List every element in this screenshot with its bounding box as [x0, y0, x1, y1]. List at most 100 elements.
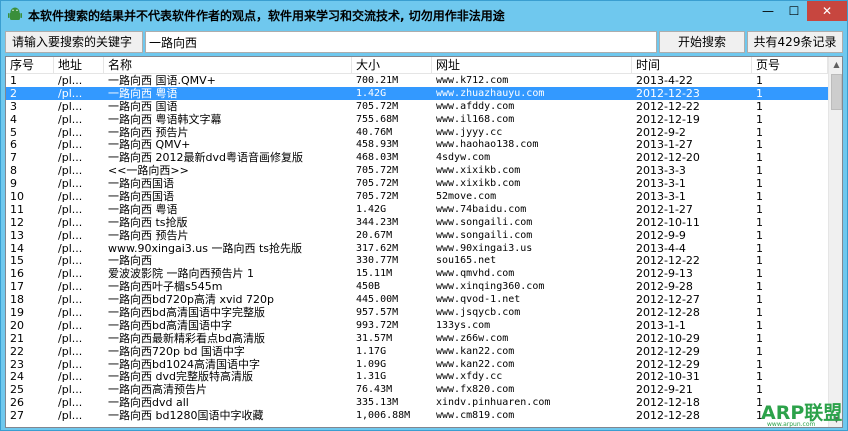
table-row[interactable]: 25/pl... 一路向西高清预告片 76.43M www.fx820.com 2012…: [6, 383, 828, 396]
cell-time: 2012-10-29: [636, 331, 700, 345]
cell-name: <<一路向西>>: [108, 164, 189, 178]
cell-time: 2012-12-23: [636, 86, 700, 100]
table-row[interactable]: 5/pl... 一路向西 预告片 40.76M www.jyyy.cc 2012-9-2…: [6, 126, 828, 139]
table-row[interactable]: 1/pl... 一路向西 国语.QMV+ 700.21M www.k712.com 20…: [6, 74, 828, 87]
table-row[interactable]: 6/pl... 一路向西 QMV+ 458.93M www.haohao138.com…: [6, 138, 828, 152]
cell-size: 335.13M: [356, 397, 399, 409]
cell-addr: /pl...: [58, 151, 83, 165]
list-rows: 1/pl... 一路向西 国语.QMV+ 700.21M www.k712.com 20…: [6, 74, 828, 422]
table-row[interactable]: 27/pl... 一路向西 bd1280国语中字收藏 1,006.88M www.cm…: [6, 409, 828, 422]
cell-name: 一路向西 粤语: [108, 86, 178, 100]
cell-page: 1: [756, 74, 763, 87]
table-row[interactable]: 11/pl... 一路向西 粤语 1.42G www.74baidu.com 2012-…: [6, 203, 828, 216]
cell-name: 一路向西 粤语: [108, 202, 178, 216]
cell-name: 一路向西国语: [108, 190, 174, 203]
table-row[interactable]: 22/pl... 一路向西720p bd 国语中字 1.17G www.kan22.c…: [6, 345, 828, 358]
table-row[interactable]: 9/pl... 一路向西国语 705.72M www.xixikb.com 2013-3…: [6, 177, 828, 190]
search-input[interactable]: [145, 31, 657, 53]
cell-name: 一路向西 ts抢版: [108, 215, 188, 229]
cell-name: 一路向西: [108, 254, 152, 268]
column-header-page[interactable]: 页号: [752, 57, 828, 74]
table-row[interactable]: 14/pl... www.90xingai3.us 一路向西 ts抢先版 317.6…: [6, 242, 828, 255]
cell-name: 一路向西 国语: [108, 99, 178, 113]
scroll-up-arrow-icon[interactable]: ▲: [829, 57, 842, 72]
results-list[interactable]: 序号 地址 名称 大小 网址 时间 页号 1/pl... 一路向西 国语.QMV+…: [5, 56, 843, 428]
cell-time: 2013-4-4: [636, 241, 686, 255]
arp-watermark-url: www.arpun.com: [767, 421, 816, 428]
cell-idx: 18: [10, 293, 24, 307]
table-row[interactable]: 4/pl... 一路向西 粤语韩文字幕 755.68M www.il168.com 20…: [6, 113, 828, 126]
cell-time: 2013-3-1: [636, 190, 686, 203]
column-header-size[interactable]: 大小: [352, 57, 432, 74]
table-row[interactable]: 18/pl... 一路向西bd720p高清 xvid 720p 445.00M www…: [6, 293, 828, 306]
scrollbar-thumb[interactable]: [831, 74, 842, 110]
table-row[interactable]: 8/pl... <<一路向西>> 705.72M www.xixikb.com 2013…: [6, 164, 828, 177]
vertical-scrollbar[interactable]: ▲ ▼: [828, 57, 842, 427]
column-header-time[interactable]: 时间: [632, 57, 752, 74]
cell-name: 一路向西bd1024高清国语中字: [108, 357, 260, 371]
minimize-button[interactable]: —: [755, 1, 781, 21]
cell-size: 76.43M: [356, 384, 393, 396]
table-row[interactable]: 10/pl... 一路向西国语 705.72M 52move.com 2013-3-1 1: [6, 190, 828, 203]
cell-url: www.afddy.com: [436, 100, 515, 112]
cell-url: www.z66w.com: [436, 332, 509, 344]
cell-addr: /pl...: [58, 228, 83, 242]
table-row[interactable]: 21/pl... 一路向西最新精彩看点bd高清版 31.57M www.z66w.co…: [6, 332, 828, 345]
close-button[interactable]: ✕: [807, 1, 847, 21]
cell-page: 1: [756, 190, 763, 203]
cell-name: 一路向西国语: [108, 177, 174, 191]
cell-name: 一路向西bd720p高清 xvid 720p: [108, 293, 274, 307]
title-bar[interactable]: 本软件搜索的结果并不代表软件作者的观点，软件用来学习和交流技术, 切勿用作非法用…: [1, 1, 847, 29]
table-row[interactable]: 2/pl... 一路向西 粤语 1.42G www.zhuazhauyu.com 201…: [6, 86, 828, 100]
cell-url: xindv.pinhuaren.com: [436, 397, 551, 409]
table-row[interactable]: 20/pl... 一路向西bd高清国语中字 993.72M 133ys.com 2013…: [6, 319, 828, 332]
table-row[interactable]: 7/pl... 一路向西 2012最新dvd粤语音画修复版 468.03M 4sdyw…: [6, 151, 828, 164]
column-header-index[interactable]: 序号: [6, 57, 54, 74]
cell-size: 755.68M: [356, 113, 399, 125]
cell-idx: 12: [10, 215, 24, 229]
cell-url: www.jsqycb.com: [436, 307, 521, 319]
table-row[interactable]: 23/pl... 一路向西bd1024高清国语中字 1.09G www.kan22.c…: [6, 358, 828, 371]
cell-time: 2012-9-28: [636, 280, 693, 294]
table-row[interactable]: 19/pl... 一路向西bd高清国语中字完整版 957.57M www.jsqycb…: [6, 306, 828, 319]
table-row[interactable]: 24/pl... 一路向西 dvd完整版特高清版 1.31G www.xfdy.cc 2…: [6, 370, 828, 384]
cell-name: 一路向西 QMV+: [108, 138, 191, 152]
cell-url: www.xfdy.cc: [436, 371, 503, 383]
cell-size: 344.23M: [356, 216, 399, 228]
cell-url: www.kan22.com: [436, 345, 515, 357]
table-row[interactable]: 26/pl... 一路向西dvd all 335.13M xindv.pinhuare…: [6, 396, 828, 409]
cell-addr: /pl...: [58, 254, 83, 268]
cell-url: www.74baidu.com: [436, 203, 527, 215]
cell-addr: /pl...: [58, 318, 83, 332]
cell-url: www.90xingai3.us: [436, 242, 533, 254]
cell-name: 一路向西 粤语韩文字幕: [108, 112, 222, 126]
table-row[interactable]: 15/pl... 一路向西 330.77M sou165.net 2012-12-22 1: [6, 254, 828, 268]
table-row[interactable]: 16/pl... 爱波波影院 一路向西预告片 1 15.11M www.qmvhd.c…: [6, 267, 828, 280]
cell-page: 1: [756, 86, 763, 100]
cell-addr: /pl...: [58, 241, 83, 255]
cell-url: www.qmvhd.com: [436, 268, 515, 280]
start-search-button[interactable]: 开始搜索: [659, 31, 745, 53]
column-header-address[interactable]: 地址: [54, 57, 104, 74]
cell-addr: /pl...: [58, 164, 83, 178]
cell-size: 1,006.88M: [356, 410, 411, 422]
cell-size: 1.42G: [356, 87, 387, 99]
cell-url: www.songaili.com: [436, 229, 533, 241]
table-row[interactable]: 3/pl... 一路向西 国语 705.72M www.afddy.com 2012-1…: [6, 100, 828, 113]
table-row[interactable]: 12/pl... 一路向西 ts抢版 344.23M www.songaili.com…: [6, 216, 828, 229]
cell-size: 957.57M: [356, 307, 399, 319]
column-header-url[interactable]: 网址: [432, 57, 632, 74]
maximize-button[interactable]: ☐: [781, 1, 807, 21]
cell-size: 330.77M: [356, 255, 399, 267]
android-app-icon: [8, 7, 22, 20]
cell-addr: /pl...: [58, 125, 83, 139]
table-row[interactable]: 13/pl... 一路向西 预告片 20.67M www.songaili.com 20…: [6, 229, 828, 242]
cell-addr: /pl...: [58, 293, 83, 307]
cell-page: 1: [756, 370, 763, 384]
column-header-name[interactable]: 名称: [104, 57, 352, 74]
cell-idx: 24: [10, 370, 24, 384]
cell-url: www.cm819.com: [436, 410, 515, 422]
cell-idx: 7: [10, 151, 17, 165]
table-row[interactable]: 17/pl... 一路向西叶子楣s545m 450B www.xinqing360.c…: [6, 280, 828, 293]
search-toolbar: 请输入要搜索的关键字 开始搜索 共有429条记录: [5, 29, 843, 55]
